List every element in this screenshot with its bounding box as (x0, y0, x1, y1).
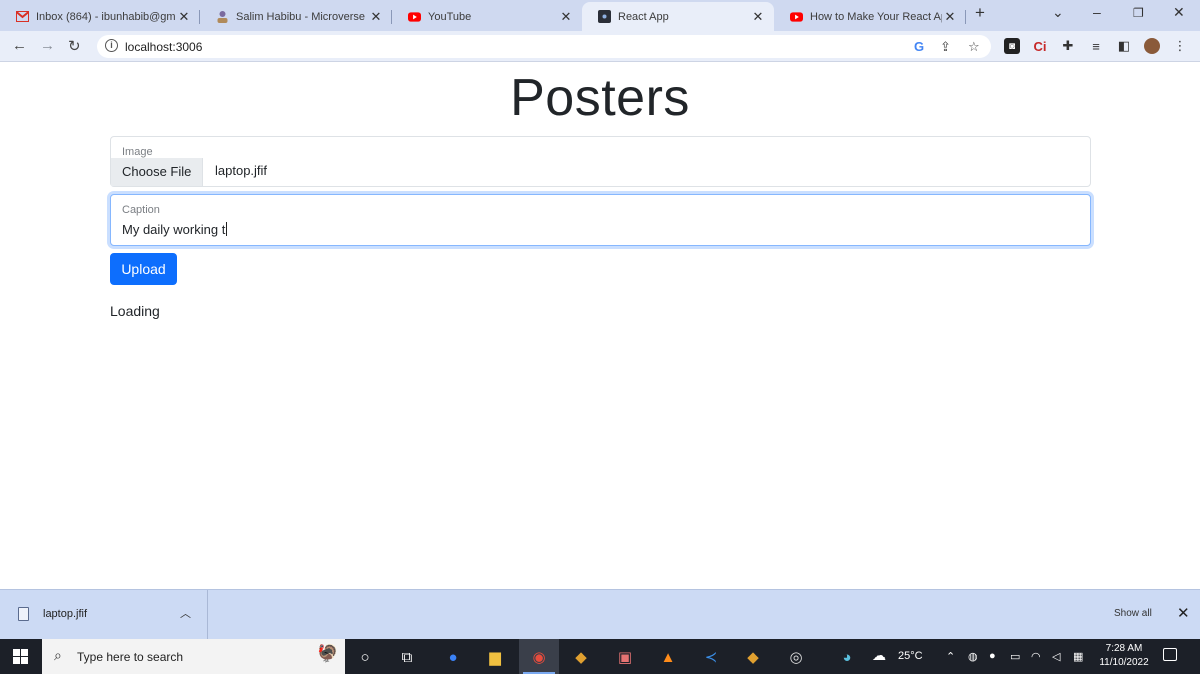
youtube-icon (408, 10, 421, 23)
browser-toolbar: ← → ↻ i localhost:3006 G ⇪ ☆ ◙ Ci ✚ ≡ ◧ … (0, 31, 1200, 62)
notification-icon[interactable] (1163, 648, 1177, 661)
upload-button[interactable]: Upload (110, 253, 177, 285)
reload-icon[interactable]: ↻ (68, 37, 81, 55)
weather-temperature[interactable]: 25°C (898, 650, 923, 662)
tab-search-chevron-icon[interactable]: ⌄ (1052, 4, 1064, 21)
tab-title: Salim Habibu - Microverse St (236, 10, 368, 23)
app-icon[interactable]: ◆ (742, 646, 764, 668)
youtube-icon (790, 10, 803, 23)
tray-app-icon[interactable]: ◍ (968, 650, 978, 663)
reading-list-icon[interactable]: ≡ (1088, 38, 1104, 54)
selected-file-name: laptop.jfif (215, 163, 268, 178)
caption-input[interactable]: My daily working t (122, 222, 228, 237)
search-placeholder: Type here to search (77, 650, 184, 664)
minimize-icon[interactable]: – (1093, 4, 1101, 20)
search-highlight-icon: 🦃 (317, 644, 339, 663)
site-info-icon[interactable]: i (105, 39, 118, 52)
caption-field-label: Caption (122, 204, 160, 216)
taskbar-search-box[interactable]: ⌕ Type here to search 🦃 (42, 639, 345, 674)
google-lens-icon[interactable]: G (914, 39, 924, 54)
caption-input-value: My daily working t (122, 222, 226, 237)
edge-browser-icon[interactable]: ● (442, 646, 464, 668)
battery-icon[interactable]: ▭ (1010, 650, 1020, 663)
image-file-field: Image Choose File laptop.jfif (110, 136, 1091, 187)
file-icon (18, 607, 29, 621)
choose-file-button[interactable]: Choose File (111, 158, 204, 186)
app-icon[interactable]: ◆ (570, 646, 592, 668)
image-field-label: Image (122, 146, 153, 158)
tab-title: YouTube (428, 10, 472, 23)
chevron-up-icon[interactable]: ︿ (180, 605, 191, 621)
tab-title: How to Make Your React Ap (810, 10, 942, 23)
app-icon[interactable]: ▣ (614, 646, 636, 668)
wifi-icon[interactable]: ◠ (1031, 650, 1041, 663)
back-arrow-icon[interactable]: ← (12, 37, 27, 54)
tab-microverse[interactable]: Salim Habibu - Microverse St ✕ (200, 2, 392, 31)
tab-gmail[interactable]: Inbox (864) - ibunhabib@gm ✕ (0, 2, 200, 31)
start-button[interactable] (0, 639, 42, 674)
task-view-icon[interactable]: ⧉ (396, 646, 418, 668)
share-icon[interactable]: ⇪ (940, 39, 951, 55)
tab-close-icon[interactable]: ✕ (176, 9, 192, 25)
weather-cloud-icon[interactable]: ☁ (872, 647, 886, 664)
clock-date: 11/10/2022 (1099, 657, 1149, 668)
tab-youtube[interactable]: YouTube ✕ (392, 2, 582, 31)
url-text: localhost:3006 (125, 40, 203, 54)
profile-avatar[interactable] (1144, 38, 1160, 54)
tab-title: Inbox (864) - ibunhabib@gm (36, 10, 176, 23)
page-title: Posters (510, 69, 690, 127)
gmail-icon (16, 10, 29, 23)
extensions-puzzle-icon[interactable]: ✚ (1060, 38, 1076, 54)
bookmark-star-icon[interactable]: ☆ (968, 39, 980, 55)
chevron-up-icon[interactable]: ⌃ (946, 650, 955, 663)
clock-time: 7:28 AM (1105, 643, 1143, 654)
person-icon (216, 10, 229, 23)
cortana-icon[interactable]: ○ (354, 646, 376, 668)
app-icon[interactable]: ◕ (836, 646, 858, 668)
forward-arrow-icon[interactable]: → (40, 37, 55, 54)
tab-close-icon[interactable]: ✕ (368, 9, 384, 25)
loading-status: Loading (110, 303, 160, 319)
side-panel-icon[interactable]: ◧ (1116, 38, 1132, 54)
window-close-icon[interactable]: ✕ (1173, 4, 1185, 21)
vscode-icon[interactable]: ≺ (700, 646, 722, 668)
chrome-icon[interactable]: ◉ (519, 639, 559, 674)
github-icon[interactable]: ◎ (785, 646, 807, 668)
download-file-name: laptop.jfif (43, 608, 88, 620)
caption-field[interactable]: Caption My daily working t (110, 194, 1091, 246)
close-shelf-icon[interactable]: ✕ (1177, 604, 1190, 622)
menu-kebab-icon[interactable]: ⋮ (1172, 38, 1188, 54)
text-caret (226, 222, 228, 236)
browser-tab-strip: Inbox (864) - ibunhabib@gm ✕ Salim Habib… (0, 0, 1200, 31)
extension-icon[interactable]: Ci (1032, 38, 1048, 54)
tab-close-icon[interactable]: ✕ (942, 9, 958, 25)
show-all-button[interactable]: Show all (1114, 608, 1152, 619)
volume-icon[interactable]: ◁ (1052, 650, 1060, 663)
new-tab-button[interactable]: + (975, 3, 985, 23)
tab-youtube-video[interactable]: How to Make Your React Ap ✕ (774, 2, 966, 31)
tab-title: React App (618, 10, 669, 23)
react-app-icon (598, 10, 611, 23)
windows-taskbar: ⌕ Type here to search 🦃 ○ ⧉ ● ▆ ◉ ◆ ▣ ▲ … (0, 639, 1200, 674)
address-bar[interactable]: i localhost:3006 G ⇪ ☆ (97, 35, 991, 58)
tab-close-icon[interactable]: ✕ (750, 9, 766, 25)
restore-icon[interactable]: ❐ (1133, 6, 1144, 20)
file-explorer-icon[interactable]: ▆ (484, 646, 506, 668)
microphone-icon[interactable]: ● (989, 650, 996, 662)
keyboard-icon[interactable]: ▦ (1073, 650, 1083, 663)
vlc-icon[interactable]: ▲ (657, 646, 679, 668)
search-icon: ⌕ (54, 647, 62, 663)
system-clock[interactable]: 7:28 AM 11/10/2022 (1098, 642, 1150, 670)
tab-react-app[interactable]: React App ✕ (582, 2, 774, 31)
windows-logo-icon (13, 649, 28, 664)
download-shelf: laptop.jfif ︿ Show all ✕ (0, 589, 1200, 639)
extension-icon[interactable]: ◙ (1004, 38, 1020, 54)
tab-close-icon[interactable]: ✕ (558, 9, 574, 25)
download-item[interactable]: laptop.jfif ︿ (0, 590, 208, 639)
